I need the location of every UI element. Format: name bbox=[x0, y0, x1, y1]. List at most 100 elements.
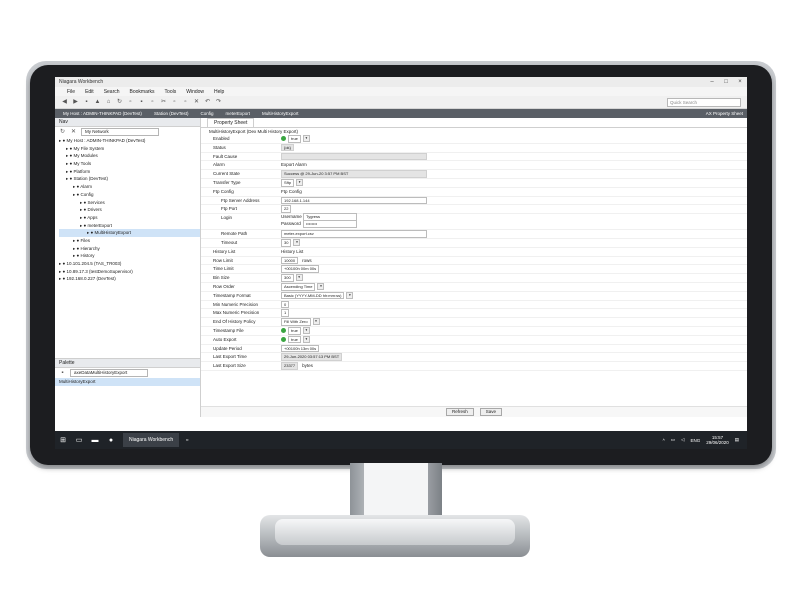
save-button[interactable]: Save bbox=[479, 408, 503, 416]
nav-tree-item[interactable]: ▸ ● 10.101.204.5 (TAS_TR003) bbox=[59, 260, 200, 268]
property-select[interactable]: Fill With Zero bbox=[281, 318, 311, 326]
boolean-select[interactable]: true bbox=[288, 135, 301, 143]
nav-tree-item[interactable]: ▸ ● MultiHistoryExport bbox=[59, 229, 200, 237]
nav-tree-item[interactable]: ▸ ● meterExport bbox=[59, 222, 200, 230]
network-icon[interactable]: ▭ bbox=[671, 437, 675, 443]
login-field-input[interactable]: •••••••• bbox=[303, 220, 357, 228]
property-input[interactable]: 1 bbox=[281, 309, 290, 317]
chevron-down-icon[interactable]: ▾ bbox=[312, 318, 320, 326]
property-label: Timestamp Format bbox=[213, 292, 251, 298]
cut-icon[interactable]: ✂ bbox=[160, 99, 167, 106]
nav-tree-item[interactable]: ▸ ● Files bbox=[59, 237, 200, 245]
nav-tree-item[interactable]: ▸ ● 10.89.17.3 (testDemoSupervisor) bbox=[59, 268, 200, 276]
nav-tree-item[interactable]: ▸ ● Drivers bbox=[59, 206, 200, 214]
menu-search[interactable]: Search bbox=[104, 89, 120, 95]
property-input[interactable]: +00100h 00m 00s bbox=[281, 265, 320, 273]
breadcrumb-config[interactable]: Config bbox=[196, 111, 221, 116]
folder-icon[interactable]: ▪ bbox=[83, 99, 90, 106]
view-icon[interactable]: ▫ bbox=[127, 99, 134, 106]
paste-icon[interactable]: ▫ bbox=[182, 99, 189, 106]
clock[interactable]: 15:57 29/06/2020 bbox=[706, 435, 729, 446]
nav-tree-item[interactable]: ▸ ● My Modules bbox=[59, 152, 200, 160]
boolean-select[interactable]: true bbox=[288, 335, 301, 344]
property-input[interactable]: meter-export.csv bbox=[281, 230, 427, 238]
property-select[interactable]: 300 bbox=[281, 274, 294, 282]
breadcrumb-station[interactable]: Station (DevTest) bbox=[150, 111, 197, 116]
property-select[interactable]: Basic (YYYY-MM-DD hh:mm:ss) bbox=[281, 291, 345, 300]
nav-tree-item[interactable]: ▸ ● Alarm bbox=[59, 183, 200, 191]
menu-file[interactable]: File bbox=[67, 89, 75, 95]
property-select[interactable]: Sftp bbox=[281, 179, 295, 187]
copy-icon[interactable]: ▫ bbox=[171, 99, 178, 106]
language-indicator[interactable]: ENG bbox=[690, 438, 700, 443]
tray-arrow-icon[interactable]: ^ bbox=[663, 438, 665, 443]
chevron-down-icon[interactable]: ▾ bbox=[317, 283, 325, 291]
nav-tree-item[interactable]: ▸ ● My Host : ADMIN-THINKPAD (DevTest) bbox=[59, 137, 200, 145]
volume-icon[interactable]: ◁ bbox=[681, 437, 684, 443]
nav-tree-item[interactable]: ▸ ● Config bbox=[59, 191, 200, 199]
taskbar-app-workbench[interactable]: Niagara Workbench bbox=[123, 433, 180, 447]
close-icon[interactable]: × bbox=[733, 79, 747, 85]
chevron-down-icon[interactable]: ▾ bbox=[302, 336, 310, 344]
boolean-select[interactable]: true bbox=[288, 327, 301, 335]
file-explorer-icon[interactable]: ▬ bbox=[89, 434, 101, 446]
windows-start-icon[interactable]: ⊞ bbox=[57, 434, 69, 446]
nav-tree-item[interactable]: ▸ ● My Tools bbox=[59, 160, 200, 168]
nav-tree-item[interactable]: ▸ ● History bbox=[59, 252, 200, 260]
redo-icon[interactable]: ↷ bbox=[215, 99, 222, 106]
palette-selector[interactable]: axeDataMultiHistoryExport bbox=[70, 369, 148, 377]
breadcrumb-meterexport[interactable]: meterExport bbox=[221, 111, 258, 116]
nav-tree-item[interactable]: ▸ ● Hierarchy bbox=[59, 245, 200, 253]
nav-refresh-icon[interactable]: ↻ bbox=[59, 129, 66, 136]
notifications-icon[interactable]: ▤ bbox=[735, 437, 739, 443]
menu-edit[interactable]: Edit bbox=[85, 89, 94, 95]
delete-icon[interactable]: ✕ bbox=[193, 99, 200, 106]
task-view-icon[interactable]: ▭ bbox=[73, 434, 85, 446]
palette-open-icon[interactable]: ▪ bbox=[59, 370, 66, 377]
property-select[interactable]: 30 bbox=[281, 239, 292, 247]
menu-tools[interactable]: Tools bbox=[165, 89, 177, 95]
chevron-down-icon[interactable]: ▾ bbox=[293, 239, 301, 247]
property-input[interactable]: 192.168.1.144 bbox=[281, 196, 427, 205]
nav-tree-item[interactable]: ▸ ● Services bbox=[59, 199, 200, 207]
nav-tree-item[interactable]: ▸ ● Apps bbox=[59, 214, 200, 222]
property-input[interactable]: 22 bbox=[281, 205, 292, 213]
new-icon[interactable]: ▪ bbox=[138, 99, 145, 106]
nav-tree-item[interactable]: ▸ ● Platform bbox=[59, 168, 200, 176]
home-icon[interactable]: ⌂ bbox=[105, 99, 112, 106]
network-selector[interactable]: My Network bbox=[81, 128, 159, 136]
up-icon[interactable]: ▲ bbox=[94, 99, 101, 106]
chrome-icon[interactable]: ● bbox=[105, 434, 117, 446]
refresh-button[interactable]: Refresh bbox=[445, 408, 474, 416]
chevron-down-icon[interactable]: ▾ bbox=[302, 327, 310, 335]
nav-tree-item[interactable]: ▸ ● Station (DevTest) bbox=[59, 175, 200, 183]
chevron-down-icon[interactable]: ▾ bbox=[346, 292, 354, 300]
breadcrumb-host[interactable]: My Host : ADMIN-THINKPAD (DevTest) bbox=[59, 111, 150, 116]
nav-tree-item[interactable]: ▸ ● 192.168.0.227 (DevTest) bbox=[59, 275, 200, 283]
maximize-icon[interactable]: □ bbox=[719, 79, 733, 85]
chevron-down-icon[interactable]: ▾ bbox=[295, 274, 303, 282]
minimize-icon[interactable]: – bbox=[705, 79, 719, 85]
nav-tree-item[interactable]: ▸ ● My File System bbox=[59, 145, 200, 153]
menu-bookmarks[interactable]: Bookmarks bbox=[130, 89, 155, 95]
save-icon[interactable]: ▫ bbox=[149, 99, 156, 106]
chevron-down-icon[interactable]: ▾ bbox=[296, 179, 304, 187]
refresh-icon[interactable]: ↻ bbox=[116, 99, 123, 106]
chevron-down-icon[interactable]: ▾ bbox=[302, 135, 310, 143]
document-icon[interactable]: ▫ bbox=[181, 434, 193, 446]
quick-search-input[interactable]: Quick Search bbox=[667, 97, 741, 107]
back-icon[interactable]: ◀ bbox=[61, 99, 68, 106]
menu-help[interactable]: Help bbox=[214, 89, 224, 95]
property-input[interactable]: 0 bbox=[281, 300, 290, 309]
undo-icon[interactable]: ↶ bbox=[204, 99, 211, 106]
view-selector[interactable]: AX Property Sheet bbox=[706, 111, 747, 116]
property-input[interactable]: 10000 bbox=[281, 256, 299, 265]
breadcrumb-multihistoryexport[interactable]: MultiHistoryExport bbox=[258, 111, 307, 116]
palette-item[interactable]: MultiHistoryExport bbox=[55, 378, 200, 386]
menu-window[interactable]: Window bbox=[186, 89, 204, 95]
nav-close-icon[interactable]: ✕ bbox=[70, 129, 77, 136]
property-select[interactable]: Ascending Time bbox=[281, 283, 316, 291]
tab-property-sheet[interactable]: Property Sheet bbox=[207, 118, 255, 127]
forward-icon[interactable]: ▶ bbox=[72, 99, 79, 106]
property-input[interactable]: +00100h 13m 00s bbox=[281, 344, 320, 353]
